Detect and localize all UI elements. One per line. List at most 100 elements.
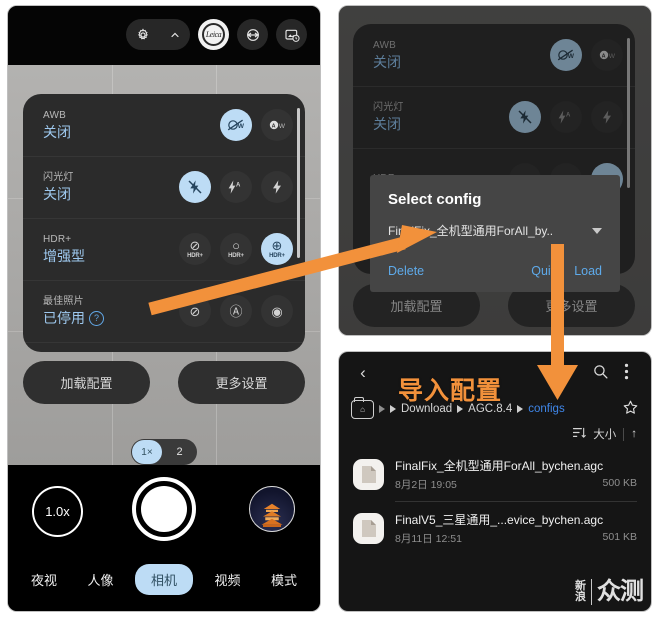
hdr-plus-icon: ⊕ — [271, 238, 283, 253]
option-topshot-auto[interactable]: Ⓐ — [220, 295, 252, 327]
file-size: 501 KB — [602, 531, 637, 543]
more-settings-button[interactable]: 更多设置 — [178, 361, 305, 404]
load-config-button[interactable]: 加载配置 — [23, 361, 150, 404]
breadcrumb-agc[interactable]: AGC.8.4 — [468, 403, 512, 415]
watermark-sina: 新 浪 — [575, 581, 586, 603]
setting-title: AWB — [43, 109, 67, 121]
dialog-actions: Delete Quit Load — [388, 264, 602, 278]
camera-mode-bar: 夜视 人像 相机 视频 模式 — [8, 564, 320, 595]
setting-value: 关闭 — [373, 53, 401, 70]
pagoda-image — [261, 503, 283, 527]
file-icon — [353, 513, 384, 544]
zoom-level-button[interactable]: 1.0x — [32, 486, 83, 537]
watermark-divider — [591, 579, 592, 605]
breadcrumb-separator — [457, 405, 464, 413]
file-name: FinalV5_三星通用_...evice_bychen.agc — [395, 513, 604, 527]
option-awb-auto[interactable]: A W — [591, 39, 623, 71]
config-dropdown[interactable]: FinalFix_全机型通用ForAll_by.. — [388, 222, 602, 242]
breadcrumb-configs[interactable]: configs — [528, 403, 564, 415]
camera-topbar-icons: Leica — [126, 19, 307, 50]
chevron-down-icon — [592, 227, 602, 234]
setting-title: 最佳照片 — [43, 295, 84, 307]
settings-expand-pill[interactable] — [126, 19, 190, 50]
load-button[interactable]: Load — [574, 264, 602, 278]
settings-scrollbar[interactable] — [627, 38, 630, 188]
option-flash-on[interactable] — [591, 101, 623, 133]
hdr-off-icon: ⊘ — [189, 238, 201, 253]
setting-title: 闪光灯 — [373, 101, 404, 113]
mode-night[interactable]: 夜视 — [22, 564, 66, 595]
search-icon[interactable] — [587, 363, 613, 384]
watermark-sina-bottom: 浪 — [575, 591, 586, 603]
breadcrumb-download[interactable]: Download — [401, 403, 452, 415]
sort-label[interactable]: 大小 — [593, 426, 616, 442]
option-flash-auto[interactable]: A — [550, 101, 582, 133]
option-awb-off[interactable]: W — [220, 109, 252, 141]
favorite-star-icon[interactable] — [622, 399, 639, 420]
file-icon — [353, 459, 384, 490]
sort-direction[interactable]: ↑ — [631, 428, 637, 440]
svg-text:A: A — [566, 112, 571, 118]
zoom-toggle[interactable]: 1× 2 — [131, 439, 197, 465]
dialog-title: Select config — [388, 191, 482, 208]
setting-row-awb: AWB 关闭 W A W — [23, 94, 305, 156]
zoom-option-2x[interactable]: 2 — [162, 446, 197, 458]
help-icon[interactable]: ? — [89, 310, 104, 326]
option-awb-off[interactable]: W — [550, 39, 582, 71]
sort-icon[interactable] — [572, 426, 587, 442]
gallery-thumbnail[interactable] — [249, 486, 295, 532]
flip-camera-icon[interactable] — [237, 19, 268, 50]
leica-logo-icon[interactable]: Leica — [198, 19, 229, 50]
file-size: 500 KB — [602, 477, 637, 489]
option-flash-auto[interactable]: A — [220, 171, 252, 203]
camera-bottom-bar: 1.0x 夜视 人像 相机 视频 模式 — [8, 465, 320, 611]
svg-text:W: W — [568, 53, 575, 60]
setting-title: AWB — [373, 39, 397, 51]
option-hdr-on[interactable]: ○ HDR+ — [220, 233, 252, 265]
quit-button[interactable]: Quit — [531, 264, 554, 278]
sort-controls: 大小 ↑ — [339, 424, 651, 448]
camera-settings-sheet: AWB 关闭 W A W 闪光灯 关闭 A HDR+ 增强型 ⊘ HDR+ ○ … — [23, 94, 305, 352]
motion-photo-icon[interactable] — [276, 19, 307, 50]
option-topshot-on[interactable]: ◉ — [261, 295, 293, 327]
back-icon[interactable]: ‹ — [351, 363, 375, 383]
svg-text:A: A — [236, 182, 241, 188]
chevron-up-icon — [170, 32, 179, 37]
file-date: 8月2日 19:05 — [395, 479, 457, 491]
delete-button[interactable]: Delete — [388, 264, 424, 278]
zoom-option-1x[interactable]: 1× — [132, 440, 162, 464]
settings-scrollbar[interactable] — [297, 108, 300, 258]
option-flash-off[interactable] — [509, 101, 541, 133]
setting-row-flash: 闪光灯 关闭 A — [23, 156, 305, 218]
option-sublabel: HDR+ — [187, 253, 203, 259]
mode-portrait[interactable]: 人像 — [78, 564, 122, 595]
option-sublabel: HDR+ — [269, 253, 285, 259]
mode-more[interactable]: 模式 — [262, 564, 306, 595]
file-date: 8月11日 12:51 — [395, 533, 462, 545]
mode-camera[interactable]: 相机 — [134, 564, 193, 595]
setting-value: 关闭 — [43, 185, 71, 202]
list-item[interactable]: FinalFix_全机型通用ForAll_bychen.agc 8月2日 19:… — [339, 448, 651, 501]
mode-video[interactable]: 视频 — [205, 564, 249, 595]
shutter-button[interactable] — [132, 477, 196, 541]
option-topshot-off[interactable]: ⊘ — [179, 295, 211, 327]
option-hdr-enhanced[interactable]: ⊕ HDR+ — [261, 233, 293, 265]
setting-value: 已停用 ? — [43, 309, 151, 328]
more-vert-icon[interactable] — [613, 363, 639, 384]
svg-text:A: A — [272, 123, 276, 129]
config-dropdown-value: FinalFix_全机型通用ForAll_by.. — [388, 224, 554, 238]
camera-viewfinder[interactable]: AWB 关闭 W A W 闪光灯 关闭 A HDR+ 增强型 ⊘ HDR+ ○ … — [8, 65, 320, 465]
watermark-label: 众测 — [597, 578, 644, 605]
breadcrumb-separator — [379, 405, 385, 413]
file-manager-toolbar: ‹ — [339, 352, 651, 394]
home-folder-icon[interactable]: ⌂ — [351, 396, 374, 419]
option-hdr-off[interactable]: ⊘ HDR+ — [179, 233, 211, 265]
option-flash-off[interactable] — [179, 171, 211, 203]
leica-wordmark: Leica — [205, 29, 222, 39]
setting-value: 关闭 — [373, 115, 401, 132]
divider — [623, 427, 625, 441]
setting-value: 增强型 — [43, 247, 85, 264]
option-awb-auto[interactable]: A W — [261, 109, 293, 141]
list-item[interactable]: FinalV5_三星通用_...evice_bychen.agc 8月11日 1… — [339, 502, 651, 555]
option-flash-on[interactable] — [261, 171, 293, 203]
